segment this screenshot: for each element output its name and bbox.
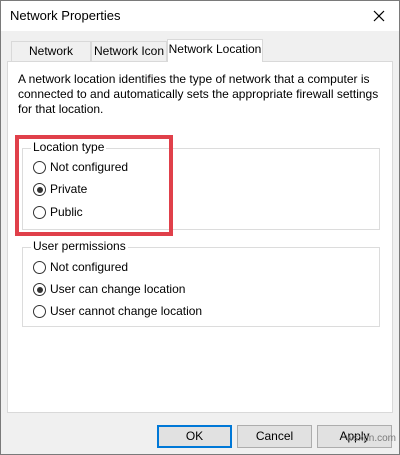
network-properties-dialog: Network Properties Network Name Network … — [0, 0, 400, 455]
radio-button[interactable] — [33, 305, 46, 318]
option-label: User cannot change location — [50, 304, 203, 318]
tab-panel-network-location: A network location identifies the type o… — [7, 61, 393, 413]
tab-network-icon[interactable]: Network Icon — [91, 41, 167, 61]
watermark: wsxdn.com — [345, 433, 396, 444]
close-icon — [373, 10, 385, 22]
location-type-highlight-box — [15, 135, 173, 236]
option-label: Not configured — [50, 260, 129, 274]
tab-network-location[interactable]: Network Location — [167, 39, 263, 62]
window-title: Network Properties — [10, 8, 121, 23]
title-bar: Network Properties — [1, 1, 399, 31]
cancel-button[interactable]: Cancel — [237, 425, 312, 448]
option-label: User can change location — [50, 282, 186, 296]
user-permissions-label: User permissions — [31, 239, 128, 253]
tab-network-name[interactable]: Network Name — [11, 41, 91, 77]
radio-button[interactable] — [33, 261, 46, 274]
close-button[interactable] — [359, 1, 399, 31]
radio-button[interactable] — [33, 283, 46, 296]
ok-button[interactable]: OK — [157, 425, 232, 448]
user-permissions-group: User permissions Not configured User can… — [22, 239, 380, 327]
description-text: A network location identifies the type o… — [18, 72, 379, 116]
